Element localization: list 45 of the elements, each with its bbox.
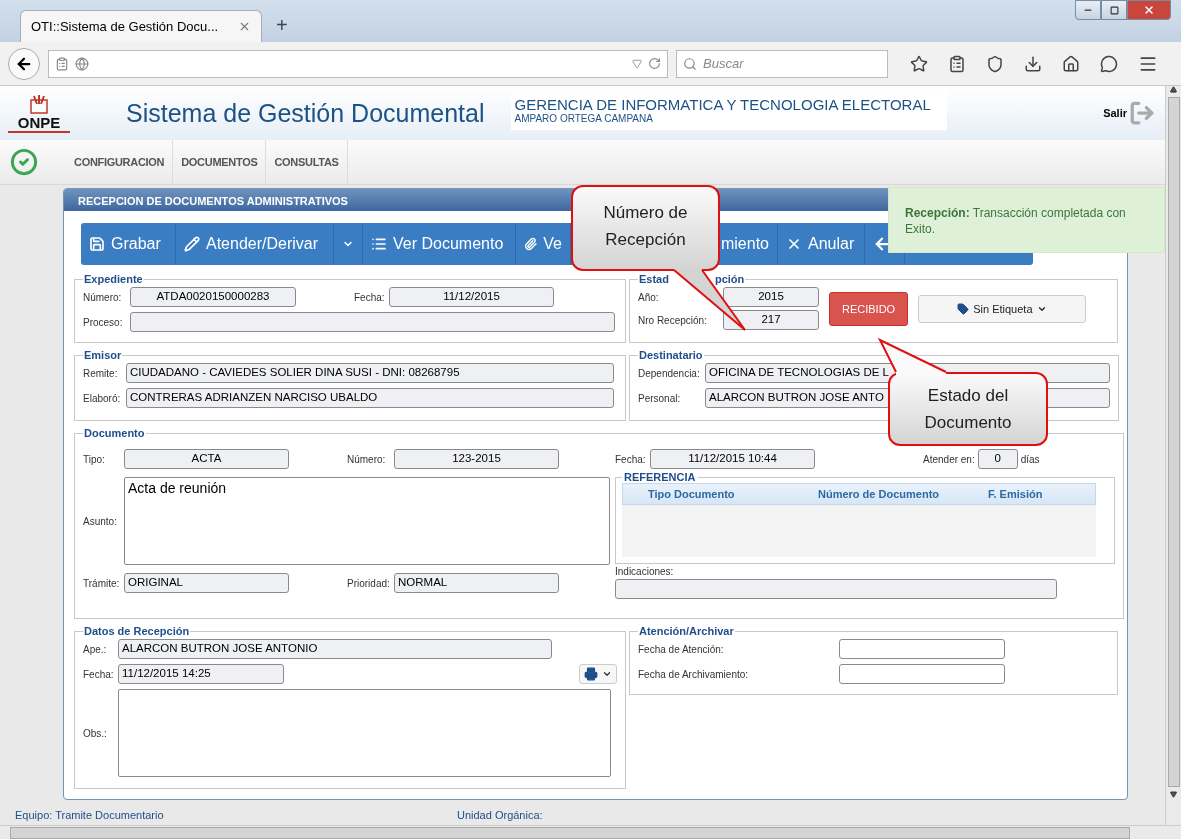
field-label: Prioridad: [347,577,391,589]
callout-tooltip: Número de Recepción [571,185,720,271]
field-label: Fecha de Atención: [638,643,725,655]
field-label: Asunto: [83,515,118,527]
section-title: Atención/Archivar [638,625,735,637]
field-label: Trámite: [83,577,121,589]
section-title: Emisor [83,349,123,361]
field-label: Número: [347,453,387,465]
section-title: Documento [83,427,146,439]
field-label: Tipo: [83,453,106,465]
field-label: Fecha: [83,668,115,680]
user-name: AMPARO ORTEGA CAMPANA [514,113,654,124]
column-header: F. Emisión [988,488,1044,500]
field-label: Personal: [638,392,682,404]
section-title: Datos de Recepción [83,625,191,637]
organization-name: GERENCIA DE INFORMATICA Y TECNOLOGIA ELECTORAL [514,96,931,113]
section-title: Destinatario [638,349,704,361]
tab-title: OTI::Sistema de Gestión Docu... [31,19,219,34]
status-text: Unidad Orgánica: [457,809,544,823]
logo: ONPE [8,93,70,133]
field-label: Elaboró: [83,392,122,404]
field-label: Dependencia: [638,367,701,379]
field-label: Ape.: [83,643,108,655]
section-title: Estad [639,273,669,285]
app-title: Sistema de Gestión Documental [126,98,485,128]
field-label: Fecha: [354,291,386,303]
section-title: Expediente [83,273,144,285]
field-label: Fecha de Archivamiento: [638,668,750,680]
field-label: Número: [83,291,123,303]
column-header: Tipo Documento [648,488,736,500]
field-label: Año: [638,291,660,303]
field-label: Obs.: [83,727,108,739]
section-title: REFERENCIA [623,471,697,483]
field-label: días [1020,453,1040,465]
field-label: Fecha: [615,453,647,465]
status-text: Equipo: Tramite Documentario [15,809,165,823]
notification-toast: Recepción: Transacción completada con Exito. [888,187,1165,253]
field-label: Atender en: [923,453,975,465]
field-label: Proceso: [83,316,124,328]
column-header: Número de Documento [818,488,940,500]
field-label: Nro Recepción: [638,314,708,326]
field-label: Remite: [83,367,119,379]
callout-tooltip: Estado del Documento [888,372,1048,446]
field-label: Indicaciones: [615,566,675,577]
section-title: pción [714,273,745,285]
